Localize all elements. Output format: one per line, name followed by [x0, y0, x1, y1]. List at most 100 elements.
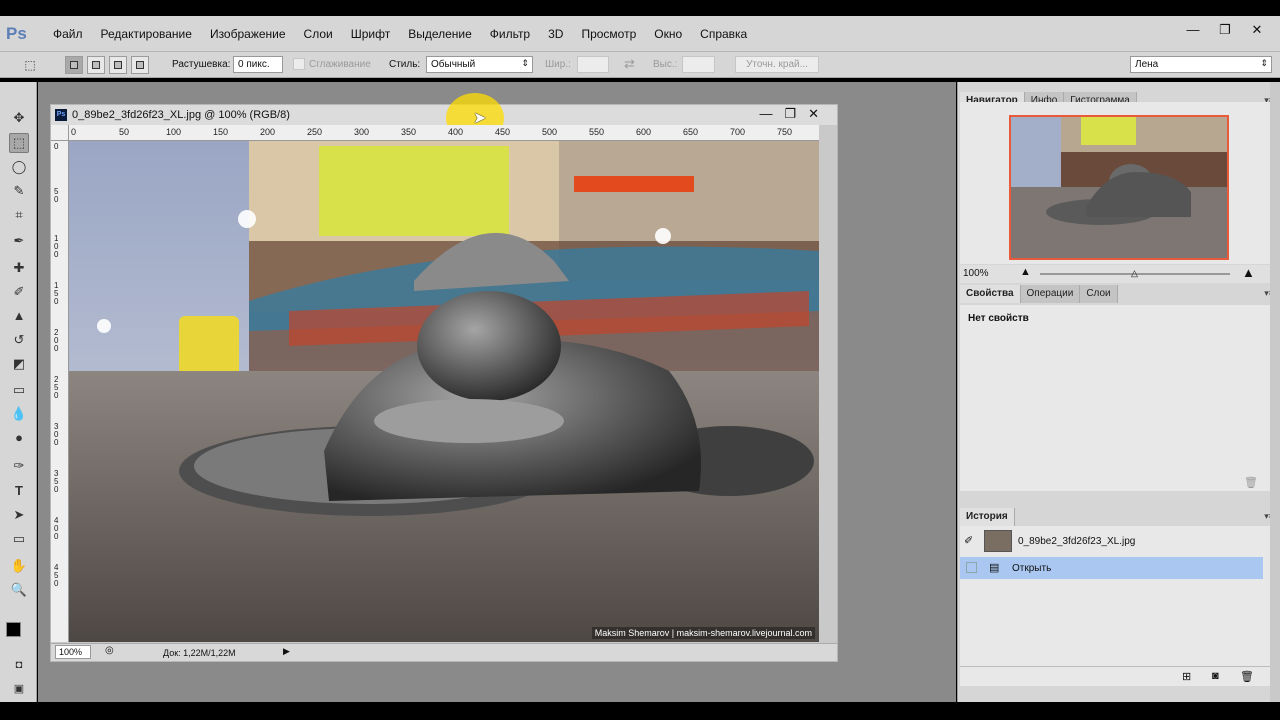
- ruler-label: 1 0 0: [54, 234, 59, 259]
- crop-tool-icon[interactable]: ⌗: [9, 205, 29, 225]
- camera-icon[interactable]: ◙: [1212, 670, 1219, 682]
- eyedropper-tool-icon[interactable]: ✒: [9, 231, 29, 251]
- screen-bottom-border: [0, 702, 1280, 720]
- main-menu: Файл Редактирование Изображение Слои Шри…: [44, 27, 756, 41]
- properties-tabs: Свойства Операции Слои: [960, 285, 1118, 303]
- quick-select-tool-icon[interactable]: ✎: [9, 181, 29, 201]
- add-selection-button[interactable]: [87, 56, 105, 74]
- antialias-label: Сглаживание: [309, 59, 371, 70]
- new-document-from-state-icon[interactable]: ⊞: [1182, 670, 1191, 683]
- pen-tool-icon[interactable]: ✑: [9, 456, 29, 476]
- menu-help[interactable]: Справка: [691, 27, 756, 41]
- eraser-tool-icon[interactable]: ◩: [9, 354, 29, 374]
- doc-close-icon[interactable]: ✕: [808, 106, 819, 122]
- marquee-tool-icon[interactable]: ⬚: [9, 133, 29, 153]
- zoom-tool-icon[interactable]: 🔍: [9, 580, 29, 600]
- refine-edge-button[interactable]: Уточн. край...: [735, 56, 819, 73]
- navigator-preview: [960, 102, 1278, 264]
- zoom-out-icon[interactable]: ▲: [1020, 266, 1031, 278]
- doc-restore-icon[interactable]: ❐: [784, 106, 796, 122]
- gradient-tool-icon[interactable]: ▭: [9, 380, 29, 400]
- marquee-preset-icon[interactable]: ⬚: [20, 55, 40, 75]
- foreground-color-swatch[interactable]: [6, 622, 21, 637]
- height-label: Выс.:: [653, 59, 678, 70]
- height-input[interactable]: [682, 56, 715, 73]
- width-label: Шир.:: [545, 59, 571, 70]
- lasso-tool-icon[interactable]: ◯: [9, 157, 29, 177]
- workspace-select[interactable]: Лена ⇕: [1130, 56, 1272, 73]
- blur-tool-icon[interactable]: 💧: [9, 404, 29, 424]
- type-tool-icon[interactable]: T: [9, 481, 29, 501]
- status-menu-arrow-icon[interactable]: ▶: [283, 646, 290, 657]
- image-canvas[interactable]: Maksim Shemarov | maksim-shemarov.livejo…: [69, 141, 819, 642]
- restore-icon[interactable]: ❐: [1216, 22, 1234, 38]
- no-properties-text: Нет свойств: [968, 313, 1029, 324]
- vertical-ruler[interactable]: 0 5 0 1 0 0 1 5 0 2 0 0 2 5 0 3 0 0 3 5 …: [51, 141, 69, 642]
- trash-icon[interactable]: 🗑: [1240, 670, 1254, 683]
- navigator-zoom-value[interactable]: 100%: [963, 268, 989, 279]
- document-icon: ▤: [989, 562, 1000, 574]
- options-bar: ⬚ Растушевка: 0 пикс. Сглаживание Стиль:…: [0, 52, 1280, 78]
- history-brush-source-icon[interactable]: ✐: [964, 534, 973, 547]
- thumbnail-image: [1011, 117, 1227, 258]
- history-item[interactable]: ▤ Открыть: [960, 557, 1263, 579]
- dodge-tool-icon[interactable]: ●: [9, 428, 29, 448]
- width-input[interactable]: [577, 56, 609, 73]
- new-selection-button[interactable]: [65, 56, 83, 74]
- ruler-origin[interactable]: [51, 125, 69, 141]
- menu-type[interactable]: Шрифт: [342, 27, 399, 41]
- menu-layers[interactable]: Слои: [295, 27, 342, 41]
- ruler-label: 4 5 0: [54, 563, 59, 588]
- move-tool-icon[interactable]: ✥: [9, 108, 29, 128]
- zoom-in-icon[interactable]: ▲: [1242, 265, 1255, 280]
- history-snapshot[interactable]: ✐ 0_89be2_3fd26f23_XL.jpg: [960, 529, 1263, 555]
- menu-bar: Ps Файл Редактирование Изображение Слои …: [0, 16, 1280, 52]
- menu-window[interactable]: Окно: [645, 27, 691, 41]
- zoom-level-field[interactable]: 100%: [55, 645, 91, 659]
- tab-actions[interactable]: Операции: [1020, 285, 1081, 303]
- screen-mode-icon[interactable]: ▣: [9, 679, 29, 699]
- menu-image[interactable]: Изображение: [201, 27, 295, 41]
- brush-tool-icon[interactable]: ✐: [9, 282, 29, 302]
- ps-doc-icon: Ps: [55, 109, 67, 121]
- style-select[interactable]: Обычный ⇕: [426, 56, 533, 73]
- trash-icon[interactable]: 🗑: [1244, 476, 1258, 489]
- navigator-thumbnail[interactable]: [1009, 115, 1229, 260]
- close-icon[interactable]: ✕: [1248, 22, 1266, 38]
- clone-stamp-tool-icon[interactable]: ▲: [9, 306, 29, 326]
- intersect-selection-button[interactable]: [131, 56, 149, 74]
- tab-properties[interactable]: Свойства: [960, 285, 1021, 303]
- hand-tool-icon[interactable]: ✋: [9, 556, 29, 576]
- document-titlebar[interactable]: Ps 0_89be2_3fd26f23_XL.jpg @ 100% (RGB/8…: [51, 93, 837, 143]
- subtract-selection-button[interactable]: [109, 56, 127, 74]
- tab-layers[interactable]: Слои: [1080, 285, 1118, 303]
- ruler-label: 400: [448, 127, 464, 137]
- ruler-label: 1 5 0: [54, 281, 59, 306]
- menu-edit[interactable]: Редактирование: [92, 27, 201, 41]
- quick-mask-icon[interactable]: ◘: [9, 655, 29, 675]
- doc-size-text: Док: 1,22M/1,22M: [163, 648, 236, 658]
- swap-icon[interactable]: ⇄: [624, 56, 635, 72]
- rectangle-tool-icon[interactable]: ▭: [9, 529, 29, 549]
- status-info-icon[interactable]: ◎: [105, 645, 114, 656]
- menu-3d[interactable]: 3D: [539, 27, 572, 41]
- menu-view[interactable]: Просмотр: [572, 27, 645, 41]
- minimize-icon[interactable]: —: [1184, 22, 1202, 38]
- ruler-label: 350: [401, 127, 417, 137]
- zoom-slider-thumb[interactable]: △: [1131, 268, 1138, 279]
- history-source-box[interactable]: [966, 562, 977, 573]
- ruler-label: 2 0 0: [54, 328, 59, 353]
- healing-brush-tool-icon[interactable]: ✚: [9, 258, 29, 278]
- panel-scroll-strip[interactable]: [1270, 82, 1280, 702]
- antialias-checkbox[interactable]: [293, 58, 305, 70]
- path-select-tool-icon[interactable]: ➤: [9, 505, 29, 525]
- tab-history[interactable]: История: [960, 508, 1015, 526]
- menu-file[interactable]: Файл: [44, 27, 92, 41]
- menu-select[interactable]: Выделение: [399, 27, 481, 41]
- feather-input[interactable]: 0 пикс.: [233, 56, 283, 73]
- horizontal-ruler[interactable]: 0 50 100 150 200 250 300 350 400 450 500…: [69, 125, 819, 141]
- history-brush-tool-icon[interactable]: ↺: [9, 330, 29, 350]
- doc-minimize-icon[interactable]: —: [759, 106, 772, 122]
- dropdown-arrows-icon: ⇕: [1260, 58, 1268, 68]
- menu-filter[interactable]: Фильтр: [481, 27, 539, 41]
